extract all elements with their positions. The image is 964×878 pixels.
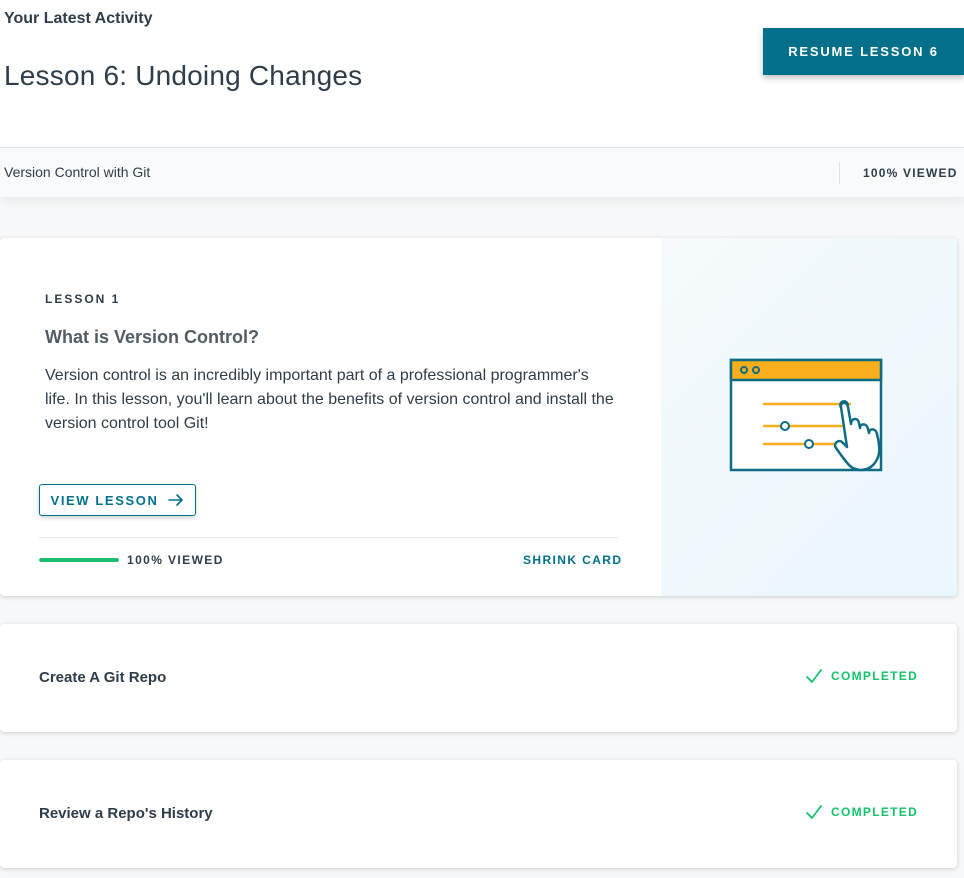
browser-sliders-hand-icon [729, 358, 883, 472]
lesson-progress-bar [39, 558, 119, 562]
course-bar: Version Control with Git 100% VIEWED [0, 147, 964, 197]
lesson-number: LESSON 1 [45, 292, 121, 306]
lesson-title: What is Version Control? [45, 327, 260, 347]
latest-activity-header: Your Latest Activity Lesson 6: Undoing C… [0, 0, 964, 148]
check-icon [806, 669, 822, 683]
resume-lesson-button[interactable]: RESUME LESSON 6 [763, 28, 964, 75]
course-bar-divider [839, 162, 840, 184]
lesson-description: Version control is an incredibly importa… [45, 367, 614, 432]
lesson-card-expanded: LESSON 1 What is Version Control? Versio… [0, 238, 957, 596]
lesson-card-collapsed[interactable]: Create A Git Repo COMPLETED [0, 624, 957, 732]
course-progress-label: 100% VIEWED [863, 166, 958, 180]
status-badge: COMPLETED [805, 668, 918, 684]
arrow-right-icon [168, 494, 184, 506]
current-lesson-heading: Lesson 6: Undoing Changes [4, 60, 363, 91]
view-lesson-label: VIEW LESSON [50, 492, 159, 508]
status-text: COMPLETED [831, 805, 919, 819]
lesson-illustration [661, 238, 957, 596]
course-name: Version Control with Git [4, 164, 151, 180]
lesson-title: Review a Repo's History [39, 805, 213, 822]
check-icon [806, 805, 822, 819]
status-text: COMPLETED [831, 669, 919, 683]
status-badge: COMPLETED [805, 804, 918, 820]
shrink-card-link[interactable]: SHRINK CARD [523, 553, 622, 567]
card-footer-divider [39, 537, 619, 538]
lesson-card-collapsed[interactable]: Review a Repo's History COMPLETED [0, 760, 957, 868]
view-lesson-button[interactable]: VIEW LESSON [39, 484, 196, 516]
section-label: Your Latest Activity [4, 10, 153, 27]
lesson-title: Create A Git Repo [39, 669, 167, 686]
lesson-progress-fill [39, 558, 119, 562]
lesson-progress-label: 100% VIEWED [127, 553, 224, 567]
